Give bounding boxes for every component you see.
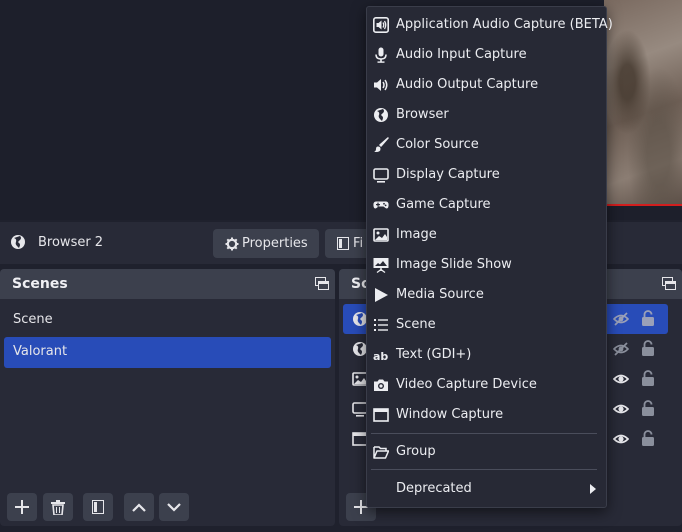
menu-item-label: Window Capture [396,407,504,422]
scene-item[interactable]: Scene [4,305,331,336]
menu-item-video-capture-device[interactable]: Video Capture Device [367,370,606,400]
menu-item-label: Image [396,227,437,242]
menu-item-audio-input-capture[interactable]: Audio Input Capture [367,40,606,70]
add-scene-button[interactable] [7,493,37,521]
menu-item-label: Image Slide Show [396,257,512,272]
properties-label: Properties [242,236,308,251]
scene-filters-button[interactable] [83,493,113,521]
plus-icon [15,500,29,514]
menu-item-image-slide-show[interactable]: Image Slide Show [367,250,606,280]
scene-item-selected[interactable]: Valorant [4,337,331,368]
microphone-icon [373,47,389,63]
lock-icon[interactable] [641,430,655,447]
speaker-icon [373,77,389,93]
lock-icon[interactable] [641,400,655,417]
menu-item-label: Browser [396,107,449,122]
menu-item-label: Deprecated [396,481,472,496]
lock-icon[interactable] [641,310,655,327]
undock-icon[interactable] [662,277,676,290]
menu-item-text-gdi[interactable]: ab Text (GDI+) [367,340,606,370]
menu-item-label: Display Capture [396,167,500,182]
menu-item-game-capture[interactable]: Game Capture [367,190,606,220]
eye-hidden-icon[interactable] [613,341,629,357]
undock-icon[interactable] [315,277,329,290]
monitor-icon [373,167,389,183]
filter-icon [337,237,349,250]
scene-item-label: Scene [13,312,53,327]
trash-icon [51,499,65,515]
eye-icon[interactable] [613,371,629,387]
svg-text:ab: ab [373,350,388,363]
move-scene-up-button[interactable] [124,493,154,521]
selected-source-label: Browser 2 [38,235,104,250]
menu-item-label: Game Capture [396,197,491,212]
menu-item-label: Video Capture Device [396,377,537,392]
preview-selection-border [604,204,682,206]
chevron-down-icon [167,502,181,512]
menu-item-deprecated[interactable]: Deprecated [367,474,606,504]
paintbrush-icon [373,137,389,153]
menu-item-media-source[interactable]: Media Source [367,280,606,310]
gamepad-icon [373,197,389,213]
chevron-up-icon [132,502,146,512]
menu-item-label: Text (GDI+) [396,347,472,362]
add-source-menu: Application Audio Capture (BETA) Audio I… [366,6,613,508]
filter-icon [92,500,104,514]
eye-hidden-icon[interactable] [613,311,629,327]
scenes-title: Scenes [12,276,68,292]
globe-icon [373,107,389,123]
image-icon [373,227,389,243]
menu-item-image[interactable]: Image [367,220,606,250]
eye-icon[interactable] [613,431,629,447]
menu-item-label: Group [396,444,436,459]
menu-separator [371,469,597,470]
menu-item-label: Audio Output Capture [396,77,539,92]
submenu-arrow-icon [589,483,597,495]
text-icon: ab [373,347,389,363]
scene-item-label: Valorant [13,344,68,359]
speaker-box-icon [373,17,389,33]
menu-separator [371,433,597,434]
preview-source-image [604,0,682,205]
scenes-dock-header: Scenes [0,269,335,299]
menu-item-browser[interactable]: Browser [367,100,606,130]
menu-item-color-source[interactable]: Color Source [367,130,606,160]
window-icon [373,407,389,423]
move-scene-down-button[interactable] [159,493,189,521]
slideshow-icon [373,257,389,273]
lock-icon[interactable] [641,340,655,357]
list-icon [373,317,389,333]
globe-icon [10,234,26,250]
camera-icon [373,377,389,393]
menu-item-label: Color Source [396,137,479,152]
menu-item-group[interactable]: Group [367,437,606,467]
menu-item-label: Media Source [396,287,484,302]
menu-item-label: Scene [396,317,436,332]
gear-icon [225,237,239,251]
menu-item-label: Application Audio Capture (BETA) [396,17,613,32]
menu-item-application-audio-capture[interactable]: Application Audio Capture (BETA) [367,10,613,40]
menu-item-audio-output-capture[interactable]: Audio Output Capture [367,70,606,100]
properties-button[interactable]: Properties [213,229,319,258]
remove-scene-button[interactable] [43,493,73,521]
filters-label: Fi [353,236,364,251]
lock-icon[interactable] [641,370,655,387]
menu-item-window-capture[interactable]: Window Capture [367,400,606,430]
menu-item-display-capture[interactable]: Display Capture [367,160,606,190]
eye-icon[interactable] [613,401,629,417]
menu-item-scene[interactable]: Scene [367,310,606,340]
play-icon [373,287,389,303]
folder-open-icon [373,444,389,460]
menu-item-label: Audio Input Capture [396,47,527,62]
